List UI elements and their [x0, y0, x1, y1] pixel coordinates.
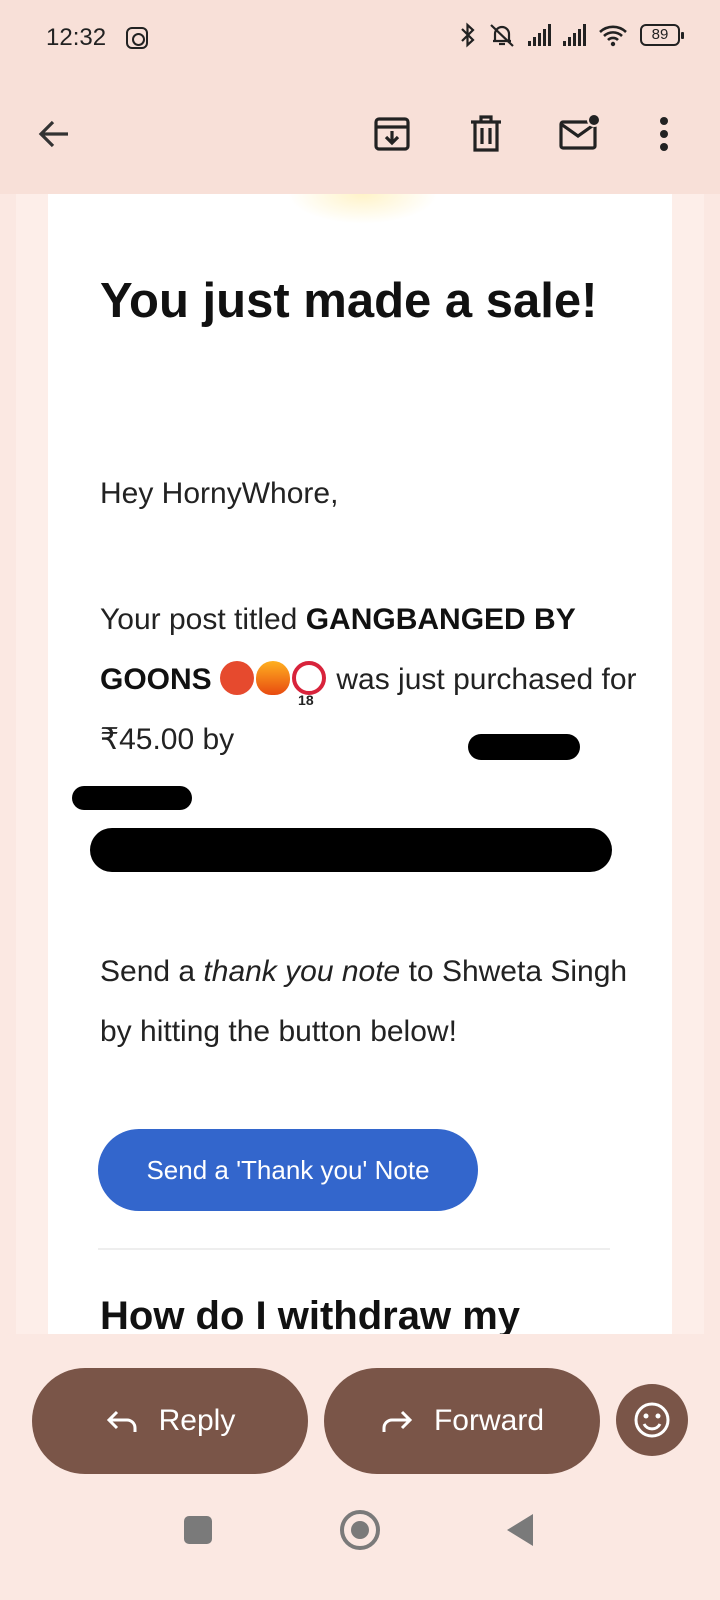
status-icons: 89	[460, 22, 684, 48]
signal-icon	[528, 24, 551, 46]
reply-label: Reply	[158, 1404, 236, 1437]
email-headline: You just made a sale!	[100, 274, 598, 328]
forward-button[interactable]: Forward	[324, 1368, 600, 1474]
more-options-button[interactable]	[640, 110, 688, 158]
bluetooth-icon	[461, 22, 475, 48]
thank-prefix: Send a	[100, 955, 204, 988]
signal-icon	[563, 24, 586, 46]
system-navigation-bar	[0, 1474, 720, 1600]
no-one-under-18-emoji: 18	[292, 661, 327, 708]
send-thank-you-button[interactable]: Send a 'Thank you' Note	[98, 1129, 478, 1211]
header-image-glow	[288, 194, 438, 224]
redaction-mark	[468, 734, 580, 760]
fire-emoji	[256, 661, 291, 695]
back-arrow-icon	[38, 120, 68, 148]
system-back-button[interactable]	[507, 1514, 533, 1546]
thank-italic: thank you note	[203, 955, 401, 988]
archive-button[interactable]	[368, 110, 416, 158]
mute-icon	[490, 24, 514, 47]
smiley-icon	[634, 1402, 670, 1438]
reply-button[interactable]: Reply	[32, 1368, 308, 1474]
instagram-icon	[126, 27, 148, 49]
reply-icon	[106, 1410, 137, 1432]
divider	[98, 1248, 610, 1250]
status-time: 12:32	[46, 24, 107, 51]
recents-button[interactable]	[184, 1516, 212, 1544]
battery-icon: 89	[640, 24, 684, 46]
mark-unread-icon	[559, 114, 601, 150]
purchase-prefix: Your post titled	[100, 603, 306, 636]
redaction-mark	[90, 828, 612, 872]
home-button[interactable]	[340, 1510, 380, 1550]
wifi-icon	[599, 25, 627, 47]
delete-icon	[471, 115, 501, 152]
email-body: You just made a sale! Hey HornyWhore, Yo…	[48, 194, 672, 1334]
delete-button[interactable]	[462, 110, 510, 158]
forward-label: Forward	[433, 1404, 545, 1437]
redaction-mark	[72, 786, 192, 810]
emoji-reaction-button[interactable]	[616, 1384, 688, 1456]
mark-unread-button[interactable]	[556, 110, 604, 158]
email-greeting: Hey HornyWhore,	[100, 477, 339, 510]
archive-icon	[374, 117, 410, 151]
status-bar: 12:32 89	[0, 0, 720, 80]
more-options-icon	[660, 117, 668, 151]
thank-you-instruction: Send a thank you note to Shweta Singh by…	[100, 942, 640, 1062]
hot-face-emoji	[220, 661, 255, 695]
forward-icon	[382, 1410, 413, 1432]
withdraw-heading: How do I withdraw my	[100, 1294, 521, 1334]
app-bar	[0, 80, 720, 194]
back-button[interactable]	[30, 110, 78, 158]
reply-action-bar: Reply Forward	[0, 1334, 720, 1474]
